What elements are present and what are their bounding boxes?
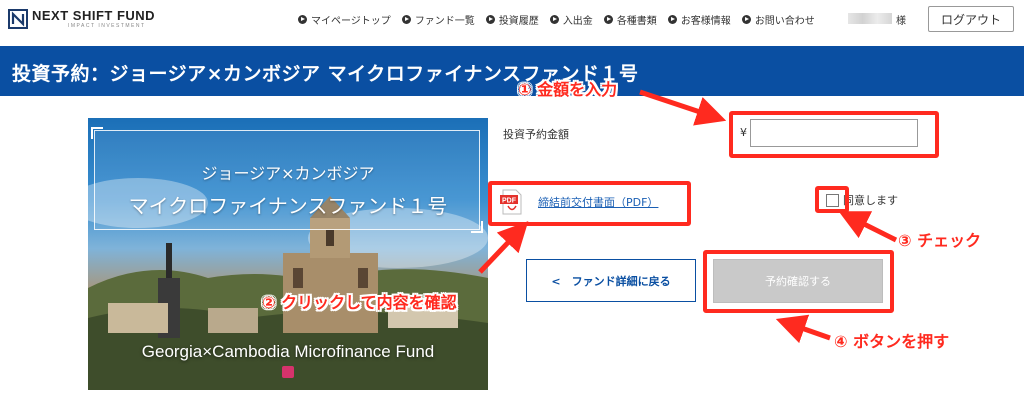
highlight-pdf-link	[488, 181, 691, 226]
chevron-right-icon	[485, 15, 495, 24]
nav-label: 各種書類	[616, 16, 657, 27]
logo-name: NEXT SHIFT FUND	[32, 8, 156, 23]
nav-item-deposit-withdrawal[interactable]: 入出金	[549, 12, 593, 27]
logout-button[interactable]: ログアウト	[928, 6, 1014, 32]
nav-item-customer-info[interactable]: お客様情報	[667, 12, 731, 27]
site-header: NEXT SHIFT FUND IMPACT INVESTMENT マイページト…	[0, 0, 1024, 44]
chevron-right-icon	[401, 15, 411, 24]
nav-label: お客様情報	[680, 16, 731, 27]
user-name-redacted	[848, 13, 892, 24]
nav-label: ファンド一覧	[414, 16, 475, 27]
highlight-confirm	[703, 250, 894, 313]
agree-label: 同意します	[843, 194, 898, 207]
annotation-step4: ④ ボタンを押す	[834, 332, 950, 351]
logo-subtitle: IMPACT INVESTMENT	[68, 23, 146, 29]
fund-image-english-title: Georgia×Cambodia Microfinance Fund	[141, 342, 435, 361]
logo-mark-icon	[8, 9, 28, 29]
nav-item-investment-history[interactable]: 投資履歴	[485, 12, 539, 27]
nav-item-documents[interactable]: 各種書類	[603, 12, 657, 27]
pink-marker-icon	[282, 366, 294, 378]
arrow-step3	[838, 211, 898, 243]
nav-item-fund-list[interactable]: ファンド一覧	[401, 12, 475, 27]
nav-item-contact[interactable]: お問い合わせ	[741, 12, 815, 27]
highlight-agree	[815, 186, 849, 213]
site-logo[interactable]: NEXT SHIFT FUND IMPACT INVESTMENT	[8, 9, 155, 29]
chevron-right-icon	[741, 15, 751, 24]
fund-image-title-line2: マイクロファイナンスファンド１号	[128, 194, 448, 218]
back-to-fund-details-button[interactable]: < ファンド詳細に戻る	[526, 259, 696, 302]
nav-label: マイページトップ	[311, 16, 391, 27]
nav-label: お問い合わせ	[754, 16, 815, 27]
annotation-step3: ③ チェック	[898, 231, 982, 250]
annotation-step2: ② クリックして内容を確認	[262, 293, 457, 312]
fund-hero-image: ジョージア×カンボジア マイクロファイナンスファンド１号 Georgia×Cam…	[88, 118, 488, 390]
highlight-amount	[729, 111, 939, 158]
title-band: 投資予約：ジョージア×カンボジア マイクロファイナンスファンド１号	[0, 46, 1024, 96]
nav-label: 入出金	[562, 16, 593, 27]
chevron-right-icon	[549, 15, 559, 24]
fund-image-title-line1: ジョージア×カンボジア	[201, 164, 375, 183]
amount-label: 投資予約金額	[503, 128, 569, 141]
nav-label: 投資履歴	[498, 16, 539, 27]
chevron-right-icon	[603, 15, 613, 24]
arrow-step4	[775, 314, 831, 344]
main-nav: マイページトップ ファンド一覧 投資履歴 入出金 各種書類 お客様情報 お問い合…	[298, 12, 826, 27]
nav-item-mypage-top[interactable]: マイページトップ	[298, 12, 391, 27]
user-honorific: 様	[896, 16, 906, 27]
chevron-right-icon	[667, 15, 677, 24]
chevron-right-icon	[298, 15, 307, 24]
annotation-step1: ① 金額を入力	[518, 80, 618, 99]
